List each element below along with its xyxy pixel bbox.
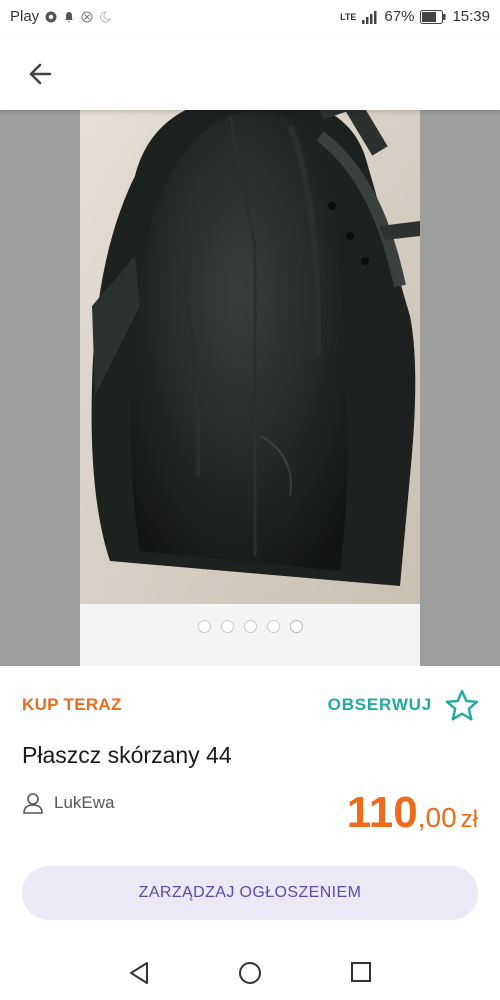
no-disturb-icon [81, 11, 93, 22]
seller-name: LukEwa [54, 793, 115, 812]
seller-info[interactable]: LukEwa [22, 792, 114, 814]
network-type-label: LTE [340, 11, 357, 22]
price-decimal: ,00 [417, 802, 457, 833]
moon-icon [100, 10, 112, 22]
system-nav-bar [0, 945, 500, 1000]
price-currency: zł [460, 806, 478, 833]
nav-home-icon[interactable] [238, 961, 262, 985]
follow-button[interactable]: OBSERWUJ [328, 695, 432, 715]
coat-image [80, 56, 420, 604]
gallery-pagination[interactable] [198, 620, 303, 633]
chrome-icon [45, 11, 57, 22]
pagination-dot[interactable] [198, 620, 211, 633]
listing-title: Płaszcz skórzany 44 [22, 742, 232, 768]
arrow-left-icon[interactable] [22, 56, 58, 92]
price: 110,00 zł [347, 788, 478, 838]
pagination-dot[interactable] [267, 620, 280, 633]
nav-recents-icon[interactable] [350, 961, 372, 983]
user-icon [23, 793, 43, 814]
clock: 15:39 [452, 8, 490, 25]
signal-icon [362, 10, 377, 24]
manage-listing-button[interactable]: ZARZĄDZAJ OGŁOSZENIEM [22, 866, 478, 920]
bell-icon [65, 11, 74, 22]
pagination-dot[interactable] [221, 620, 234, 633]
buy-now-label: KUP TERAZ [22, 695, 122, 714]
carrier-label: Play [10, 8, 40, 25]
battery-percent: 67% [384, 8, 415, 25]
listing-photo[interactable] [80, 56, 420, 604]
nav-back-icon[interactable] [128, 961, 150, 985]
price-integer: 110 [346, 788, 418, 837]
pagination-dot-active[interactable] [290, 620, 303, 633]
status-bar: Play LTE 67% 15:39 [0, 0, 500, 36]
pagination-dot[interactable] [244, 620, 257, 633]
battery-icon [420, 9, 446, 24]
star-icon[interactable] [444, 688, 480, 724]
app-bar [0, 36, 500, 110]
